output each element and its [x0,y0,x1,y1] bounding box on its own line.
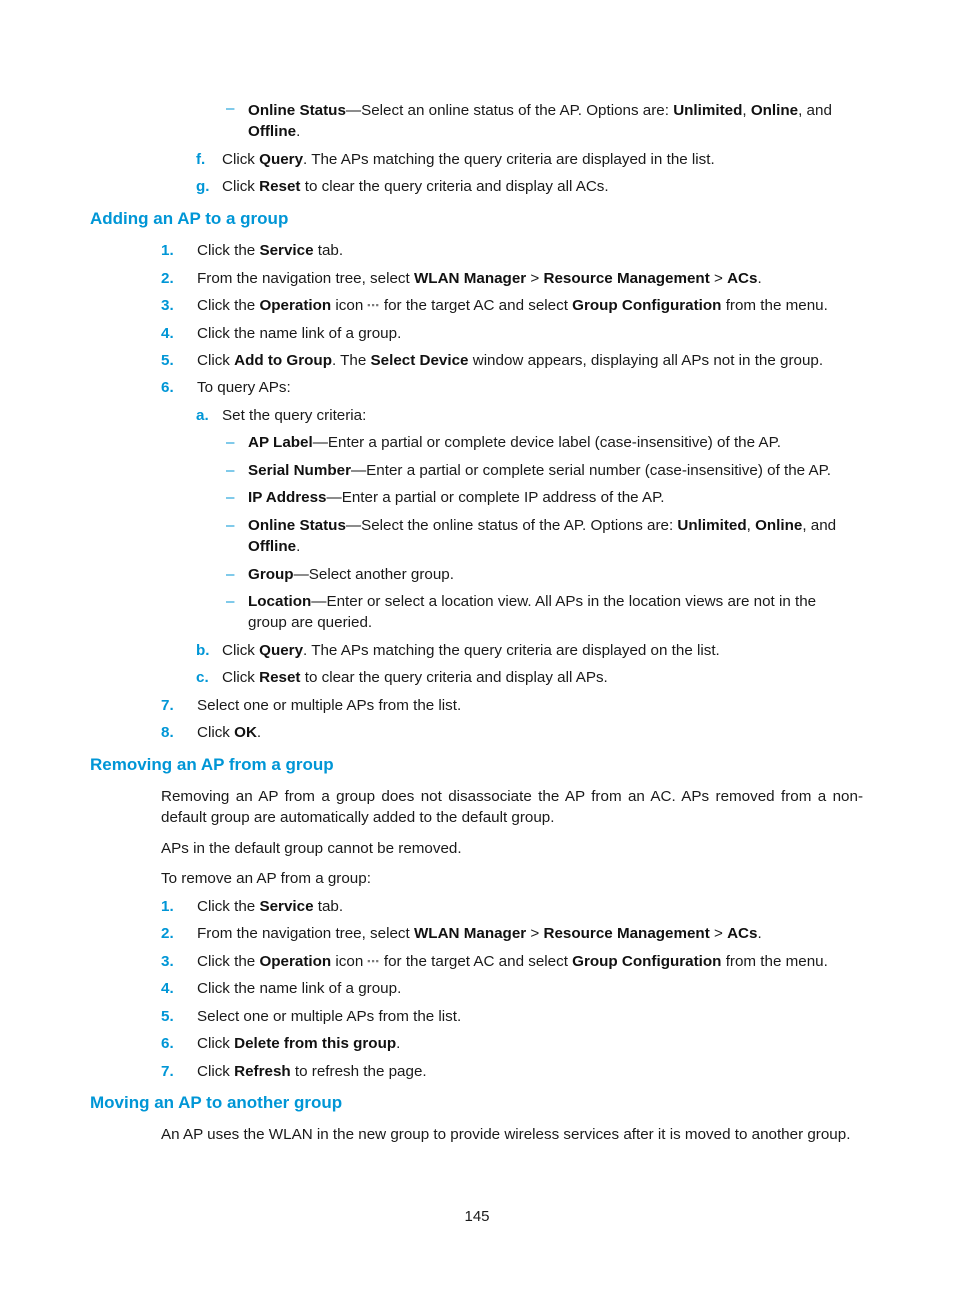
criterion-location: Location—Enter or select a location view… [248,593,817,610]
online-status-criterion: Online Status—Select an online status of… [248,102,832,119]
criterion-ap-label: AP Label—Enter a partial or complete dev… [248,434,781,451]
add-step-7: Select one or multiple APs from the list… [197,697,462,714]
step-number: 2. [161,270,174,287]
substep-marker: c. [196,669,209,686]
step-number: 5. [161,352,174,369]
online-status-criterion-cont: Offline. [248,123,301,140]
remove-step-4: Click the name link of a group. [197,980,402,997]
remove-step-6: Click Delete from this group. [197,1035,401,1052]
remove-step-5: Select one or multiple APs from the list… [197,1008,462,1025]
remove-paragraph-3: To remove an AP from a group: [161,870,371,887]
step-g: Click Reset to clear the query criteria … [222,178,609,195]
add-step-5: Click Add to Group. The Select Device wi… [197,352,824,369]
substep-a: Set the query criteria: [222,407,367,424]
criterion-ip-address: IP Address—Enter a partial or complete I… [248,489,665,506]
step-number: 3. [161,953,174,970]
dash-bullet: – [226,489,235,506]
criterion-location-cont: group are queried. [248,614,373,631]
dash-bullet: – [226,593,235,610]
step-number: 6. [161,379,174,396]
substep-c: Click Reset to clear the query criteria … [222,669,608,686]
remove-step-3: Click the Operation icon ▪▪▪ for the targe… [197,951,828,972]
add-step-2: From the navigation tree, select WLAN Ma… [197,270,762,287]
criterion-group: Group—Select another group. [248,566,454,583]
step-number: 5. [161,1008,174,1025]
step-number: 7. [161,1063,174,1080]
substep-b: Click Query. The APs matching the query … [222,642,720,659]
dash-bullet: – [226,462,235,479]
section-heading-moving: Moving an AP to another group [90,1093,343,1112]
operation-icon: ▪▪▪ [367,300,380,311]
dash-bullet: – [226,100,235,117]
step-number: 4. [161,325,174,342]
add-step-4: Click the name link of a group. [197,325,402,342]
remove-step-2: From the navigation tree, select WLAN Ma… [197,925,762,942]
criterion-online-status: Online Status—Select the online status o… [248,517,837,534]
step-number: 3. [161,297,174,314]
operation-icon: ▪▪▪ [367,956,380,967]
criterion-serial-number: Serial Number—Enter a partial or complet… [248,462,832,479]
remove-paragraph-2: APs in the default group cannot be remov… [161,840,462,857]
step-number: 8. [161,724,174,741]
step-f: Click Query. The APs matching the query … [222,151,715,168]
substep-marker: a. [196,407,209,424]
step-number: 2. [161,925,174,942]
add-step-8: Click OK. [197,724,262,741]
section-heading-adding: Adding an AP to a group [90,209,289,228]
step-number: 6. [161,1035,174,1052]
remove-paragraph-1: Removing an AP from a group does not dis… [161,788,863,826]
section-heading-removing: Removing an AP from a group [90,755,334,774]
step-number: 1. [161,898,174,915]
remove-step-1: Click the Service tab. [197,898,344,915]
substep-marker: b. [196,642,210,659]
step-marker: f. [196,151,206,168]
add-step-6: To query APs: [197,379,291,396]
add-step-3: Click the Operation icon ▪▪▪ for the targe… [197,295,828,316]
step-number: 4. [161,980,174,997]
dash-bullet: – [226,517,235,534]
dash-bullet: – [226,434,235,451]
remove-step-7: Click Refresh to refresh the page. [197,1063,427,1080]
step-number: 1. [161,242,174,259]
add-step-1: Click the Service tab. [197,242,344,259]
step-number: 7. [161,697,174,714]
dash-bullet: – [226,566,235,583]
move-paragraph-1: An AP uses the WLAN in the new group to … [161,1126,851,1143]
step-marker: g. [196,178,210,195]
criterion-online-status-cont: Offline. [248,538,301,555]
page-number: 145 [464,1208,490,1225]
